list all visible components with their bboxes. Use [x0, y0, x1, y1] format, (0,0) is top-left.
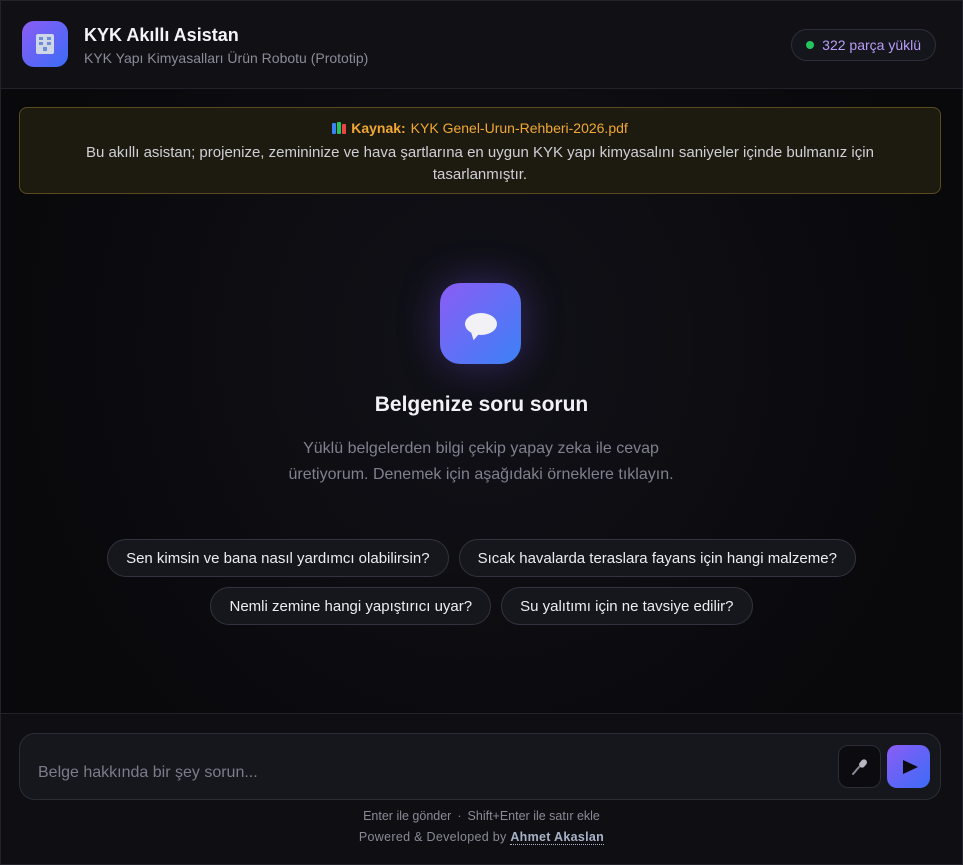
speech-bubble-icon — [464, 312, 497, 335]
suggestion-chips: Sen kimsin ve bana nasıl yardımcı olabil… — [41, 539, 922, 625]
source-label: Kaynak: — [351, 120, 406, 136]
building-icon — [36, 34, 54, 54]
suggestion-chip[interactable]: Nemli zemine hangi yapıştırıcı uyar? — [210, 587, 492, 625]
microphone-icon — [851, 758, 867, 775]
hint-send: Enter ile gönder — [363, 809, 452, 823]
header: KYK Akıllı Asistan KYK Yapı Kimyasalları… — [1, 1, 962, 89]
suggestion-chip[interactable]: Sıcak havalarda teraslara fayans için ha… — [458, 539, 856, 577]
books-icon — [332, 122, 347, 134]
hint-separator: · — [457, 809, 462, 823]
empty-state-title: Belgenize soru sorun — [374, 393, 589, 416]
mic-button[interactable] — [838, 745, 881, 788]
credit-line: Powered & Developed by Ahmet Akaslan — [1, 830, 962, 845]
suggestion-chip[interactable]: Su yalıtımı için ne tavsiye edilir? — [501, 587, 753, 625]
suggestion-row: Nemli zemine hangi yapıştırıcı uyar? Su … — [41, 587, 922, 625]
banner-description: Bu akıllı asistan; projenize, zemininize… — [86, 144, 874, 183]
app-window: KYK Akıllı Asistan KYK Yapı Kimyasalları… — [0, 0, 963, 865]
app-title: KYK Akıllı Asistan — [84, 25, 239, 45]
empty-state-description: Yüklü belgelerden bilgi çekip yapay zeka… — [288, 440, 674, 483]
source-file-name: KYK Genel-Urun-Rehberi-2026.pdf — [410, 120, 628, 136]
hint-newline: Shift+Enter ile satır ekle — [467, 809, 600, 823]
app-subtitle: KYK Yapı Kimyasalları Ürün Robotu (Proto… — [84, 50, 369, 66]
composer-area: Enter ile gönder · Shift+Enter ile satır e… — [1, 713, 962, 864]
suggestion-chip[interactable]: Sen kimsin ve bana nasıl yardımcı olabil… — [107, 539, 449, 577]
suggestion-row: Sen kimsin ve bana nasıl yardımcı olabil… — [41, 539, 922, 577]
send-arrow-icon — [902, 759, 918, 774]
message-input[interactable] — [38, 764, 818, 782]
source-line: Kaynak: KYK Genel-Urun-Rehberi-2026.pdf — [20, 120, 940, 136]
chat-hero-icon — [440, 283, 521, 364]
source-banner: Kaynak: KYK Genel-Urun-Rehberi-2026.pdf … — [19, 107, 941, 194]
status-text: 322 parça yüklü — [822, 37, 921, 53]
app-logo — [22, 21, 68, 67]
status-badge: 322 parça yüklü — [791, 29, 936, 61]
author-link[interactable]: Ahmet Akaslan — [510, 830, 605, 845]
credit-prefix: Powered & Developed by — [358, 830, 507, 844]
send-button[interactable] — [887, 745, 930, 788]
keyboard-hint: Enter ile gönder · Shift+Enter ile satır e… — [1, 809, 962, 823]
composer-box — [19, 733, 941, 800]
status-dot-icon — [806, 41, 815, 49]
